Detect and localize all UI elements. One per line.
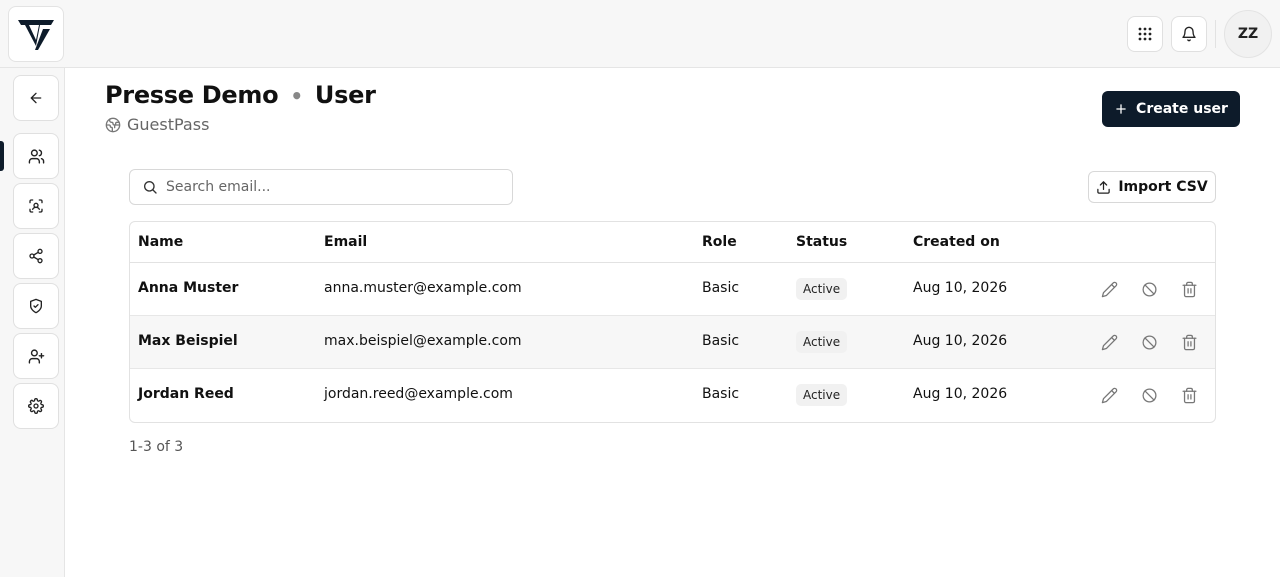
pagination-info: 1-3 of 3 <box>129 439 184 455</box>
edit-button[interactable] <box>1098 278 1120 300</box>
sidebar-item-share[interactable] <box>13 233 59 279</box>
search-box[interactable] <box>129 169 513 205</box>
user-email: jordan.reed@example.com <box>324 386 513 402</box>
edit-button[interactable] <box>1098 384 1120 406</box>
pencil-icon <box>1101 334 1117 350</box>
globe-icon <box>105 117 121 132</box>
column-header-created[interactable]: Created on <box>913 234 1000 250</box>
user-avatar[interactable]: ZZ <box>1224 10 1272 58</box>
gear-icon <box>28 398 44 414</box>
pencil-icon <box>1101 387 1117 403</box>
search-input[interactable] <box>166 179 486 195</box>
users-table: Name Email Role Status Created on Anna M… <box>129 221 1216 423</box>
title-separator: • <box>290 84 303 108</box>
bell-icon <box>1182 26 1196 42</box>
trash-icon <box>1181 387 1197 403</box>
delete-button[interactable] <box>1178 278 1200 300</box>
plus-icon <box>1116 104 1126 114</box>
sidebar-active-indicator <box>0 141 4 171</box>
sidebar-item-settings[interactable] <box>13 383 59 429</box>
create-user-button[interactable]: Create user <box>1102 91 1240 127</box>
column-header-role[interactable]: Role <box>702 234 737 250</box>
pencil-icon <box>1101 281 1117 297</box>
top-bar: ZZ <box>0 0 1280 68</box>
subtitle-text: GuestPass <box>127 115 210 134</box>
logo-icon <box>18 20 54 50</box>
top-divider <box>1215 20 1216 48</box>
user-role: Basic <box>702 333 740 349</box>
status-badge: Active <box>796 278 848 300</box>
table-row[interactable]: Anna Muster anna.muster@example.com Basi… <box>130 263 1215 316</box>
app-logo[interactable] <box>8 6 64 62</box>
ban-icon <box>1141 387 1157 403</box>
table-header: Name Email Role Status Created on <box>130 222 1215 263</box>
delete-button[interactable] <box>1178 331 1200 353</box>
edit-button[interactable] <box>1098 331 1120 353</box>
page-title: Presse Demo • User <box>105 81 376 109</box>
user-role: Basic <box>702 386 740 402</box>
sidebar-item-security[interactable] <box>13 283 59 329</box>
user-plus-icon <box>28 348 44 364</box>
column-header-status[interactable]: Status <box>796 234 847 250</box>
title-section: User <box>314 81 376 109</box>
user-email: anna.muster@example.com <box>324 280 522 296</box>
disable-button[interactable] <box>1138 278 1160 300</box>
user-name: Jordan Reed <box>138 386 234 402</box>
avatar-initials: ZZ <box>1237 26 1259 42</box>
main-content: Presse Demo • User GuestPass Create user… <box>65 68 1280 577</box>
user-role: Basic <box>702 280 740 296</box>
sidebar-item-scan[interactable] <box>13 183 59 229</box>
apps-button[interactable] <box>1127 16 1163 52</box>
user-name: Anna Muster <box>138 280 239 296</box>
delete-button[interactable] <box>1178 384 1200 406</box>
create-user-label: Create user <box>1136 101 1228 117</box>
user-name: Max Beispiel <box>138 333 238 349</box>
sidebar-item-back[interactable] <box>13 75 59 121</box>
trash-icon <box>1181 334 1197 350</box>
disable-button[interactable] <box>1138 384 1160 406</box>
search-icon <box>144 181 157 194</box>
created-date: Aug 10, 2026 <box>913 280 1008 296</box>
scan-face-icon <box>29 199 43 213</box>
ban-icon <box>1141 281 1157 297</box>
created-date: Aug 10, 2026 <box>913 386 1008 402</box>
share-icon <box>29 248 43 264</box>
table-row[interactable]: Max Beispiel max.beispiel@example.com Ba… <box>130 316 1215 369</box>
ban-icon <box>1141 334 1157 350</box>
column-header-email[interactable]: Email <box>324 234 367 250</box>
grid-icon <box>1138 27 1152 41</box>
table-row[interactable]: Jordan Reed jordan.reed@example.com Basi… <box>130 369 1215 422</box>
status-badge: Active <box>796 331 848 353</box>
status-badge: Active <box>796 384 848 406</box>
sidebar-item-invite[interactable] <box>13 333 59 379</box>
user-email: max.beispiel@example.com <box>324 333 522 349</box>
created-date: Aug 10, 2026 <box>913 333 1008 349</box>
arrow-left-icon <box>30 92 42 104</box>
disable-button[interactable] <box>1138 331 1160 353</box>
upload-icon <box>1097 180 1111 194</box>
title-main: Presse Demo <box>105 81 279 109</box>
page-subtitle: GuestPass <box>105 115 209 134</box>
notifications-button[interactable] <box>1171 16 1207 52</box>
trash-icon <box>1181 281 1197 297</box>
users-icon <box>28 148 44 164</box>
column-header-name[interactable]: Name <box>138 234 183 250</box>
sidebar-item-users[interactable] <box>13 133 59 179</box>
sidebar <box>0 68 65 577</box>
shield-check-icon <box>30 298 42 314</box>
import-csv-button[interactable]: Import CSV <box>1088 171 1216 203</box>
import-csv-label: Import CSV <box>1118 179 1208 195</box>
